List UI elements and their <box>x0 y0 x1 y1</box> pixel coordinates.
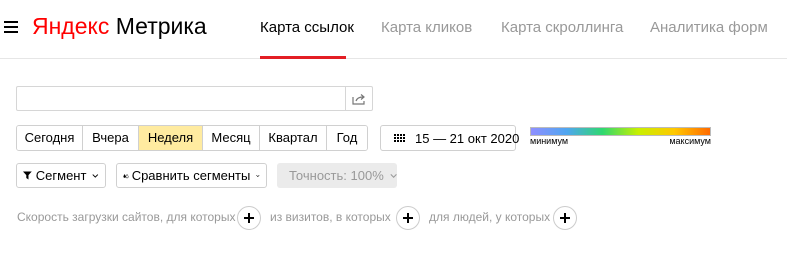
share-icon <box>352 93 365 105</box>
url-search <box>16 86 373 111</box>
period-selector: Сегодня Вчера Неделя Месяц Квартал Год <box>16 125 368 151</box>
period-today[interactable]: Сегодня <box>17 126 83 150</box>
filter-people-text: для людей, у которых <box>429 210 551 224</box>
period-month[interactable]: Месяц <box>203 126 260 150</box>
url-input[interactable] <box>17 87 346 110</box>
calendar-icon <box>394 133 405 143</box>
logo[interactable]: Яндекс Метрика <box>32 12 207 40</box>
period-yesterday[interactable]: Вчера <box>83 126 139 150</box>
segment-button[interactable]: Сегмент <box>16 163 106 188</box>
compare-segments-label: Сравнить сегменты <box>131 168 251 183</box>
chevron-down-icon <box>390 173 397 178</box>
tab-link-map[interactable]: Карта ссылок <box>260 19 354 36</box>
tab-scroll-map[interactable]: Карта скроллинга <box>501 19 623 36</box>
add-people-condition-button[interactable] <box>553 206 577 230</box>
legend-max: максимум <box>669 136 711 146</box>
filter-sites-text: Скорость загрузки сайтов, для которых <box>17 210 236 224</box>
add-site-condition-button[interactable] <box>237 206 261 230</box>
filter-visits-text: из визитов, в которых <box>270 210 391 224</box>
heat-gradient <box>530 127 711 136</box>
date-range-label: 15 — 21 окт 2020 <box>415 130 520 146</box>
accuracy-label: Точность: 100% <box>289 168 384 183</box>
legend-min: минимум <box>530 136 569 146</box>
segment-label: Сегмент <box>35 168 87 183</box>
tab-form-analytics[interactable]: Аналитика форм <box>650 19 768 36</box>
logo-brand: Яндекс <box>32 13 110 39</box>
chevron-down-icon <box>92 173 99 178</box>
date-range-button[interactable]: 15 — 21 окт 2020 <box>380 125 520 151</box>
share-button[interactable] <box>345 87 372 110</box>
period-year[interactable]: Год <box>327 126 367 150</box>
filter-icon <box>23 171 32 180</box>
period-week[interactable]: Неделя <box>139 126 203 150</box>
active-tab-indicator <box>260 56 346 59</box>
logo-product: Метрика <box>115 13 207 39</box>
chevron-down-icon <box>256 174 260 177</box>
compare-segments-button[interactable]: Сравнить сегменты <box>116 163 267 188</box>
accuracy-dropdown[interactable]: Точность: 100% <box>277 163 397 188</box>
tab-click-map[interactable]: Карта кликов <box>381 19 472 36</box>
menu-icon[interactable] <box>4 21 18 34</box>
add-visit-condition-button[interactable] <box>396 206 420 230</box>
drops-icon <box>123 173 129 178</box>
header: Яндекс Метрика Карта ссылок Карта кликов… <box>0 0 787 59</box>
heat-legend: минимум максимум <box>530 127 711 147</box>
period-quarter[interactable]: Квартал <box>260 126 327 150</box>
